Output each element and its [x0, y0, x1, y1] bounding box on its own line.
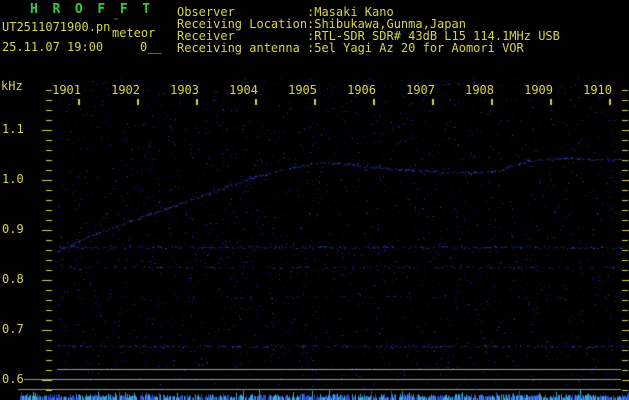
output-filename: UT2511071900.pn — [2, 20, 111, 34]
x-axis-tick-label: 1901 — [52, 83, 81, 97]
y-axis-tick-label: 0.8 — [2, 272, 24, 286]
datetime-label: 25.11.07 19:00 — [2, 40, 104, 54]
x-axis-tick-label: 1906 — [347, 83, 376, 97]
x-axis-tick-label: 1902 — [111, 83, 140, 97]
x-axis-tick-label: 1905 — [288, 83, 317, 97]
info-value-antenna: :5el Yagi Az 20 for Aomori VOR — [307, 41, 524, 55]
x-axis-tick-label: 1910 — [583, 83, 612, 97]
station-label: meteor — [112, 26, 156, 40]
x-axis-tick-label: 1907 — [406, 83, 435, 97]
echo-counter: 0__ — [140, 40, 162, 54]
y-axis-tick-label: 1.0 — [2, 172, 24, 186]
hrofft-screen: H R O F F T UT2511071900.pn ¨ meteor 25.… — [0, 0, 629, 400]
y-axis-tick-label: 1.1 — [2, 122, 24, 136]
x-axis-tick-label: 1908 — [465, 83, 494, 97]
y-axis-tick-label: 0.9 — [2, 222, 24, 236]
x-axis-tick-label: 1903 — [170, 83, 199, 97]
app-title: H R O F F T — [30, 2, 154, 17]
x-axis-tick-label: 1909 — [524, 83, 553, 97]
y-axis-tick-label: 0.6 — [2, 372, 24, 386]
info-label-antenna: Receiving antenna — [177, 41, 300, 55]
x-axis-tick-label: 1904 — [229, 83, 258, 97]
spectrogram-canvas — [0, 0, 629, 400]
y-axis-tick-label: 0.7 — [2, 322, 24, 336]
y-axis-unit-label: kHz — [1, 79, 23, 93]
